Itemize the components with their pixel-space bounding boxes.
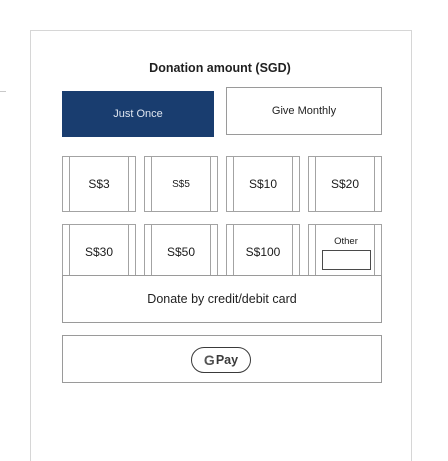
amount-label: S$20 [330,177,360,191]
google-pay-label: Pay [215,353,239,367]
amount-option[interactable]: S$3 [62,156,136,212]
amount-option[interactable]: S$100 [226,224,300,280]
amount-option[interactable]: S$20 [308,156,382,212]
donation-title: Donation amount (SGD) [149,61,291,75]
google-pay-button[interactable]: G Pay [62,335,382,383]
amount-label: S$3 [88,177,110,191]
just-once-label: Just Once [113,108,163,120]
just-once-button[interactable]: Just Once [62,91,214,137]
amount-option[interactable]: S$30 [62,224,136,280]
cutoff-text [62,439,262,448]
donate-card-button[interactable]: Donate by credit/debit card [62,275,382,323]
other-amount-label: Other [334,236,358,247]
give-monthly-label: Give Monthly [271,105,337,117]
amount-label: S$100 [245,245,281,259]
amount-option[interactable]: S$10 [226,156,300,212]
amount-option[interactable]: S$5 [144,156,218,212]
google-g-icon: G [203,352,215,368]
amount-label: S$5 [172,178,190,190]
give-monthly-button[interactable]: Give Monthly [226,87,382,135]
divider [0,91,6,92]
other-amount-input[interactable] [322,250,371,270]
google-pay-icon: G Pay [191,347,251,373]
amount-label: S$10 [248,177,278,191]
amount-label: S$50 [166,245,196,259]
donate-card-label: Donate by credit/debit card [147,292,297,306]
amount-label: S$30 [84,245,114,259]
amount-option[interactable]: S$50 [144,224,218,280]
